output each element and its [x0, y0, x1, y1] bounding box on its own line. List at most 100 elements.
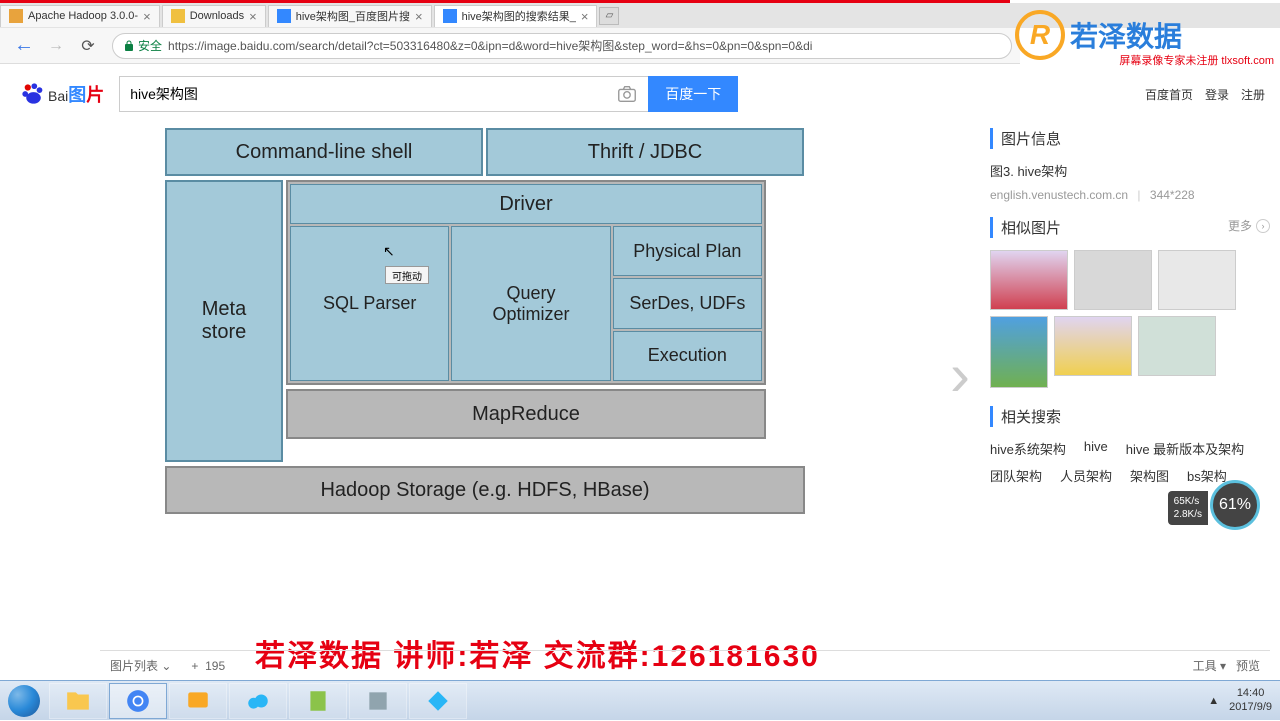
related-item[interactable]: 人员架构	[1060, 466, 1112, 485]
forward-button[interactable]: →	[44, 34, 68, 58]
diagram-box-serdes: SerDes, UDFs	[613, 278, 762, 328]
windows-orb-icon	[8, 685, 40, 717]
back-button[interactable]: ←	[12, 34, 36, 58]
taskbar-item-app1[interactable]	[349, 683, 407, 719]
similar-thumb[interactable]	[1138, 316, 1216, 376]
vm-icon	[185, 688, 211, 714]
browser-tab[interactable]: Apache Hadoop 3.0.0- ×	[0, 5, 160, 27]
speed-gauge[interactable]: 61%	[1210, 480, 1260, 530]
camera-icon[interactable]	[616, 83, 638, 105]
address-field[interactable]: 安全 https://image.baidu.com/search/detail…	[112, 33, 1012, 59]
close-icon[interactable]: ×	[143, 9, 151, 24]
related-item[interactable]: 架构图	[1130, 466, 1169, 485]
diagram-box-hadoop-storage: Hadoop Storage (e.g. HDFS, HBase)	[165, 466, 805, 514]
paw-icon	[20, 81, 46, 107]
hive-architecture-diagram[interactable]: Command-line shell Thrift / JDBC Meta st…	[165, 128, 805, 518]
related-item[interactable]: hive系统架构	[990, 439, 1066, 458]
section-similar: 相似图片 更多›	[990, 217, 1270, 238]
preview-button[interactable]: 预览	[1236, 657, 1260, 674]
similar-thumb[interactable]	[990, 250, 1068, 310]
app-icon	[425, 688, 451, 714]
close-icon[interactable]: ×	[249, 9, 257, 24]
system-tray[interactable]: ▲ 14:40 2017/9/9	[1200, 687, 1280, 713]
related-item[interactable]: bs架构	[1187, 466, 1227, 485]
logo-brand: 若泽数据	[1070, 15, 1182, 55]
section-related: 相关搜索	[990, 406, 1270, 427]
similar-thumb[interactable]	[1158, 250, 1236, 310]
search-input[interactable]	[120, 86, 606, 102]
tab-title: Apache Hadoop 3.0.0-	[28, 10, 138, 22]
browser-tab[interactable]: hive架构图_百度图片搜 ×	[268, 5, 432, 27]
diagram-box-driver: Driver	[290, 184, 762, 224]
sidebar: 图片信息 图3. hive架构 english.venustech.com.cn…	[990, 118, 1270, 640]
network-speed-info: 65K/s 2.8K/s	[1168, 491, 1208, 525]
image-meta: english.venustech.com.cn | 344*228	[990, 188, 1270, 202]
search-button[interactable]: 百度一下	[648, 76, 738, 112]
image-source[interactable]: english.venustech.com.cn	[990, 188, 1128, 202]
tools-dropdown[interactable]: 工具 ▾	[1193, 657, 1226, 674]
zoom-controls[interactable]: + 195	[191, 659, 225, 673]
diagram-box-mapreduce: MapReduce	[286, 389, 766, 439]
section-image-info: 图片信息	[990, 128, 1270, 149]
baidu-logo[interactable]: Bai图片	[20, 81, 104, 107]
image-dimensions: 344*228	[1150, 188, 1195, 202]
register-link[interactable]: 注册	[1241, 86, 1265, 103]
diagram-box-cmd-shell: Command-line shell	[165, 128, 483, 176]
taskbar-item-cloud[interactable]	[229, 683, 287, 719]
logo-circle: R	[1015, 10, 1065, 60]
taskbar-item-explorer[interactable]	[49, 683, 107, 719]
cursor-icon: ↖	[383, 243, 395, 260]
taskbar-item-app2[interactable]	[409, 683, 467, 719]
similar-thumb[interactable]	[990, 316, 1048, 388]
related-item[interactable]: 团队架构	[990, 466, 1042, 485]
related-item[interactable]: hive	[1084, 439, 1108, 458]
tab-favicon	[443, 9, 457, 23]
drag-tooltip: 可拖动	[385, 266, 429, 284]
tab-title: hive架构图_百度图片搜	[296, 8, 410, 24]
lock-icon	[123, 40, 135, 52]
chevron-right-icon: ›	[1256, 219, 1270, 233]
taskbar-item-chrome[interactable]	[109, 683, 167, 719]
diagram-box-execution: Execution	[613, 331, 762, 381]
close-icon[interactable]: ×	[581, 9, 589, 24]
home-link[interactable]: 百度首页	[1145, 86, 1193, 103]
windows-taskbar: ▲ 14:40 2017/9/9	[0, 680, 1280, 720]
diagram-box-query-optimizer: Query Optimizer	[451, 226, 610, 381]
next-image-button[interactable]: ›	[950, 340, 970, 409]
similar-thumb[interactable]	[1054, 316, 1132, 376]
taskbar-clock[interactable]: 14:40 2017/9/9	[1229, 687, 1272, 713]
related-item[interactable]: hive 最新版本及架构	[1126, 439, 1244, 458]
header-links: 百度首页 登录 注册	[1145, 86, 1265, 103]
login-link[interactable]: 登录	[1205, 86, 1229, 103]
taskbar-item-notepad[interactable]	[289, 683, 347, 719]
main-image-area: Command-line shell Thrift / JDBC Meta st…	[0, 118, 980, 640]
tab-title: Downloads	[190, 10, 244, 22]
baidu-header: Bai图片 百度一下 百度首页 登录 注册	[0, 70, 1280, 118]
browser-tab-active[interactable]: hive架构图的搜索结果_ ×	[434, 5, 598, 27]
tab-favicon	[277, 9, 291, 23]
app-icon	[365, 688, 391, 714]
address-bar: ← → ⟳ 安全 https://image.baidu.com/search/…	[0, 28, 1020, 64]
secure-badge: 安全	[123, 37, 162, 54]
more-link[interactable]: 更多›	[1228, 217, 1270, 234]
diagram-box-metastore: Meta store	[165, 180, 283, 462]
watermark-note: 屏幕录像专家未注册 tlxsoft.com	[1119, 52, 1274, 68]
start-button[interactable]	[0, 681, 48, 721]
diagram-box-physical-plan: Physical Plan	[613, 226, 762, 276]
reload-button[interactable]: ⟳	[76, 34, 100, 58]
image-title: 图3. hive架构	[990, 161, 1270, 180]
diagram-box-thrift: Thrift / JDBC	[486, 128, 804, 176]
diagram-box-driver-container: Driver SQL Parser Query Optimizer Physic…	[286, 180, 766, 385]
tray-icon[interactable]: ▲	[1208, 695, 1219, 707]
tab-title: hive架构图的搜索结果_	[462, 8, 576, 24]
taskbar-item-vm[interactable]	[169, 683, 227, 719]
browser-tab[interactable]: Downloads ×	[162, 5, 266, 27]
chrome-icon	[125, 688, 151, 714]
image-list-toggle[interactable]: 图片列表 ⌄	[110, 657, 171, 674]
new-tab-button[interactable]: ▱	[599, 7, 619, 25]
url-text: https://image.baidu.com/search/detail?ct…	[168, 37, 812, 54]
diagram-box-sql-parser: SQL Parser	[290, 226, 449, 381]
similar-thumb[interactable]	[1074, 250, 1152, 310]
cloud-icon	[245, 688, 271, 714]
close-icon[interactable]: ×	[415, 9, 423, 24]
